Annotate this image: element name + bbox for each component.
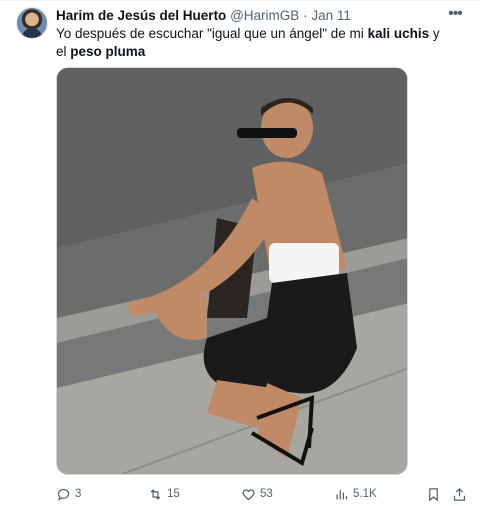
separator-dot: · [303, 8, 308, 23]
author-name[interactable]: Harim de Jesús del Huerto [56, 8, 226, 23]
tweet-text-bold: kali uchis [367, 26, 430, 41]
author-handle[interactable]: @HarimGB [230, 8, 299, 23]
retweet-count: 15 [167, 487, 180, 500]
avatar[interactable] [16, 7, 48, 39]
views-button[interactable]: 5.1K [334, 484, 377, 504]
share-icon [453, 487, 466, 501]
tweet-text-bold: peso pluma [70, 44, 146, 59]
tweet-card[interactable]: Harim de Jesús del Huerto @HarimGB · Jan… [0, 0, 480, 506]
retweet-icon [150, 488, 161, 500]
views-icon [336, 489, 348, 499]
tweet-image[interactable] [56, 67, 408, 475]
views-count: 5.1K [353, 487, 377, 500]
bookmark-icon [429, 487, 438, 501]
like-icon [242, 488, 255, 500]
bookmark-button[interactable] [426, 484, 445, 504]
tweet-text: Yo después de escuchar "igual que un áng… [56, 25, 450, 61]
reply-count: 3 [75, 487, 82, 500]
tweet-text-part: Yo después de escuchar "igual que un áng… [56, 26, 368, 41]
reply-button[interactable]: 3 [56, 484, 81, 504]
retweet-button[interactable]: 15 [148, 484, 180, 504]
reply-icon [57, 488, 70, 501]
like-count: 53 [260, 487, 273, 500]
more-icon[interactable]: ••• [444, 3, 466, 25]
like-button[interactable]: 53 [241, 484, 273, 504]
tweet-header: Harim de Jesús del Huerto @HarimGB · Jan… [56, 7, 440, 25]
tweet-date[interactable]: Jan 11 [311, 8, 351, 23]
action-bar: 3 15 53 5.1K [56, 484, 468, 504]
share-button[interactable] [452, 484, 471, 504]
meme-photo [57, 68, 407, 474]
